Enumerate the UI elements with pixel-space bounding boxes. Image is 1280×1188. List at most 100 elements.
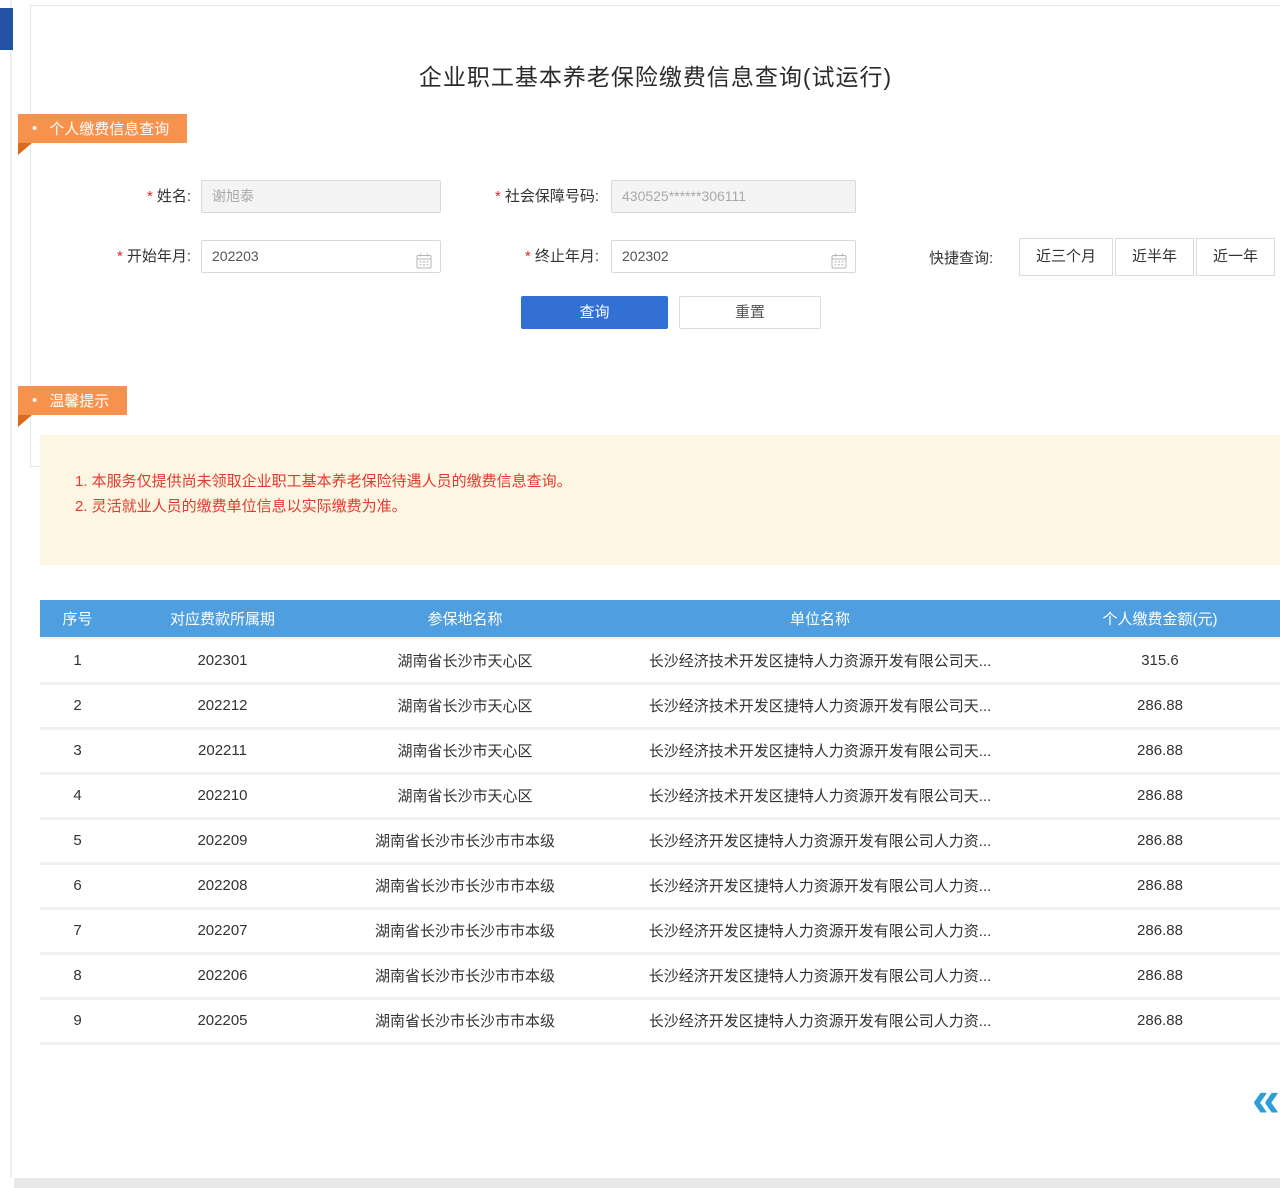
ribbon-fold (18, 415, 32, 427)
table-cell: 湖南省长沙市长沙市市本级 (330, 818, 600, 863)
table-cell: 286.88 (1040, 863, 1280, 908)
name-label-text: 姓名: (157, 188, 191, 205)
quick-option-last-half-year[interactable]: 近半年 (1115, 238, 1194, 276)
start-month-label-text: 开始年月: (127, 248, 191, 265)
required-asterisk: * (147, 188, 153, 205)
table-cell: 湖南省长沙市天心区 (330, 638, 600, 683)
table-cell: 6 (40, 863, 115, 908)
table-cell: 湖南省长沙市长沙市市本级 (330, 908, 600, 953)
table-cell: 8 (40, 953, 115, 998)
table-cell: 湖南省长沙市长沙市市本级 (330, 998, 600, 1043)
table-cell: 湖南省长沙市天心区 (330, 728, 600, 773)
table-cell: 长沙经济技术开发区捷特人力资源开发有限公司天... (600, 728, 1040, 773)
required-asterisk: * (525, 248, 531, 265)
table-cell: 3 (40, 728, 115, 773)
table-row: 5202209湖南省长沙市长沙市市本级长沙经济开发区捷特人力资源开发有限公司人力… (40, 818, 1280, 863)
table-cell: 9 (40, 998, 115, 1043)
bullet-icon: • (32, 393, 37, 408)
section-tab-personal-query: • 个人缴费信息查询 (18, 114, 187, 143)
required-asterisk: * (117, 248, 123, 265)
table-cell: 湖南省长沙市长沙市市本级 (330, 953, 600, 998)
table-cell: 202207 (115, 908, 330, 953)
end-month-label-text: 终止年月: (535, 248, 599, 265)
table-header-cell: 参保地名称 (330, 600, 600, 638)
table-row: 1202301湖南省长沙市天心区长沙经济技术开发区捷特人力资源开发有限公司天..… (40, 638, 1280, 683)
table-cell: 202212 (115, 683, 330, 728)
table-cell: 4 (40, 773, 115, 818)
table-cell: 202301 (115, 638, 330, 683)
table-cell: 5 (40, 818, 115, 863)
table-cell: 7 (40, 908, 115, 953)
table-row: 3202211湖南省长沙市天心区长沙经济技术开发区捷特人力资源开发有限公司天..… (40, 728, 1280, 773)
ribbon-fold (18, 143, 32, 155)
bottom-strip (14, 1178, 1280, 1188)
table-cell: 286.88 (1040, 728, 1280, 773)
start-month-label: *开始年月: (71, 240, 191, 273)
quick-option-last-year[interactable]: 近一年 (1196, 238, 1275, 276)
name-value: 谢旭泰 (212, 188, 254, 204)
start-month-value: 202203 (212, 248, 259, 264)
tip-line: 2. 灵活就业人员的缴费单位信息以实际缴费为准。 (75, 494, 1260, 519)
table-cell: 长沙经济开发区捷特人力资源开发有限公司人力资... (600, 998, 1040, 1043)
table-cell: 286.88 (1040, 683, 1280, 728)
quick-query-group: 近三个月 近半年 近一年 (1019, 238, 1275, 276)
section-tab-tips: • 温馨提示 (18, 386, 127, 415)
query-button[interactable]: 查询 (521, 296, 668, 329)
table-cell: 202206 (115, 953, 330, 998)
table-cell: 长沙经济开发区捷特人力资源开发有限公司人力资... (600, 818, 1040, 863)
ssn-label: *社会保障号码: (431, 180, 599, 213)
table-header-cell: 单位名称 (600, 600, 1040, 638)
table-cell: 286.88 (1040, 908, 1280, 953)
table-cell: 202205 (115, 998, 330, 1043)
table-row: 2202212湖南省长沙市天心区长沙经济技术开发区捷特人力资源开发有限公司天..… (40, 683, 1280, 728)
end-month-input[interactable]: 202302 (611, 240, 856, 273)
section-label: 个人缴费信息查询 (49, 118, 169, 139)
bullet-icon: • (32, 121, 37, 136)
query-form-card: 企业职工基本养老保险缴费信息查询(试运行) *姓名: 谢旭泰 *社会保障号码: … (30, 5, 1280, 467)
table-header-cell: 序号 (40, 600, 115, 638)
sidebar-accent-block (0, 8, 13, 50)
section-label: 温馨提示 (49, 390, 109, 411)
table-cell: 286.88 (1040, 998, 1280, 1043)
start-month-input[interactable]: 202203 (201, 240, 441, 273)
ssn-value: 430525******306111 (622, 188, 746, 204)
table-header-row: 序号对应费款所属期参保地名称单位名称个人缴费金额(元) (40, 600, 1280, 638)
table-cell: 202208 (115, 863, 330, 908)
tip-line: 1. 本服务仅提供尚未领取企业职工基本养老保险待遇人员的缴费信息查询。 (75, 469, 1260, 494)
reset-button[interactable]: 重置 (679, 296, 821, 329)
calendar-icon[interactable] (831, 249, 847, 273)
quick-query-label: 快捷查询: (929, 240, 993, 278)
table-body: 1202301湖南省长沙市天心区长沙经济技术开发区捷特人力资源开发有限公司天..… (40, 638, 1280, 1043)
table-cell: 长沙经济技术开发区捷特人力资源开发有限公司天... (600, 638, 1040, 683)
table-cell: 2 (40, 683, 115, 728)
table-row: 8202206湖南省长沙市长沙市市本级长沙经济开发区捷特人力资源开发有限公司人力… (40, 953, 1280, 998)
table-cell: 202210 (115, 773, 330, 818)
required-asterisk: * (495, 188, 501, 205)
table-cell: 湖南省长沙市天心区 (330, 683, 600, 728)
table-cell: 长沙经济技术开发区捷特人力资源开发有限公司天... (600, 683, 1040, 728)
payment-table: 序号对应费款所属期参保地名称单位名称个人缴费金额(元) 1202301湖南省长沙… (40, 600, 1280, 1045)
table-row: 9202205湖南省长沙市长沙市市本级长沙经济开发区捷特人力资源开发有限公司人力… (40, 998, 1280, 1043)
table-cell: 湖南省长沙市天心区 (330, 773, 600, 818)
table-row: 7202207湖南省长沙市长沙市市本级长沙经济开发区捷特人力资源开发有限公司人力… (40, 908, 1280, 953)
name-label: *姓名: (71, 180, 191, 213)
table-cell: 长沙经济开发区捷特人力资源开发有限公司人力资... (600, 953, 1040, 998)
table-row: 6202208湖南省长沙市长沙市市本级长沙经济开发区捷特人力资源开发有限公司人力… (40, 863, 1280, 908)
end-month-label: *终止年月: (431, 240, 599, 273)
quick-option-last-3-months[interactable]: 近三个月 (1019, 238, 1113, 276)
table-cell: 长沙经济开发区捷特人力资源开发有限公司人力资... (600, 863, 1040, 908)
table-cell: 1 (40, 638, 115, 683)
table-cell: 长沙经济开发区捷特人力资源开发有限公司人力资... (600, 908, 1040, 953)
name-input[interactable]: 谢旭泰 (201, 180, 441, 213)
calendar-icon[interactable] (416, 249, 432, 273)
end-month-value: 202302 (622, 248, 669, 264)
table-row: 4202210湖南省长沙市天心区长沙经济技术开发区捷特人力资源开发有限公司天..… (40, 773, 1280, 818)
page-title: 企业职工基本养老保险缴费信息查询(试运行) (31, 58, 1280, 92)
table-cell: 202211 (115, 728, 330, 773)
collapse-chevron-icon[interactable]: « (1252, 1074, 1280, 1124)
table-cell: 286.88 (1040, 818, 1280, 863)
tips-box: 1. 本服务仅提供尚未领取企业职工基本养老保险待遇人员的缴费信息查询。 2. 灵… (40, 435, 1280, 565)
table-cell: 286.88 (1040, 953, 1280, 998)
ssn-input[interactable]: 430525******306111 (611, 180, 856, 213)
left-rail-divider (10, 0, 12, 1178)
